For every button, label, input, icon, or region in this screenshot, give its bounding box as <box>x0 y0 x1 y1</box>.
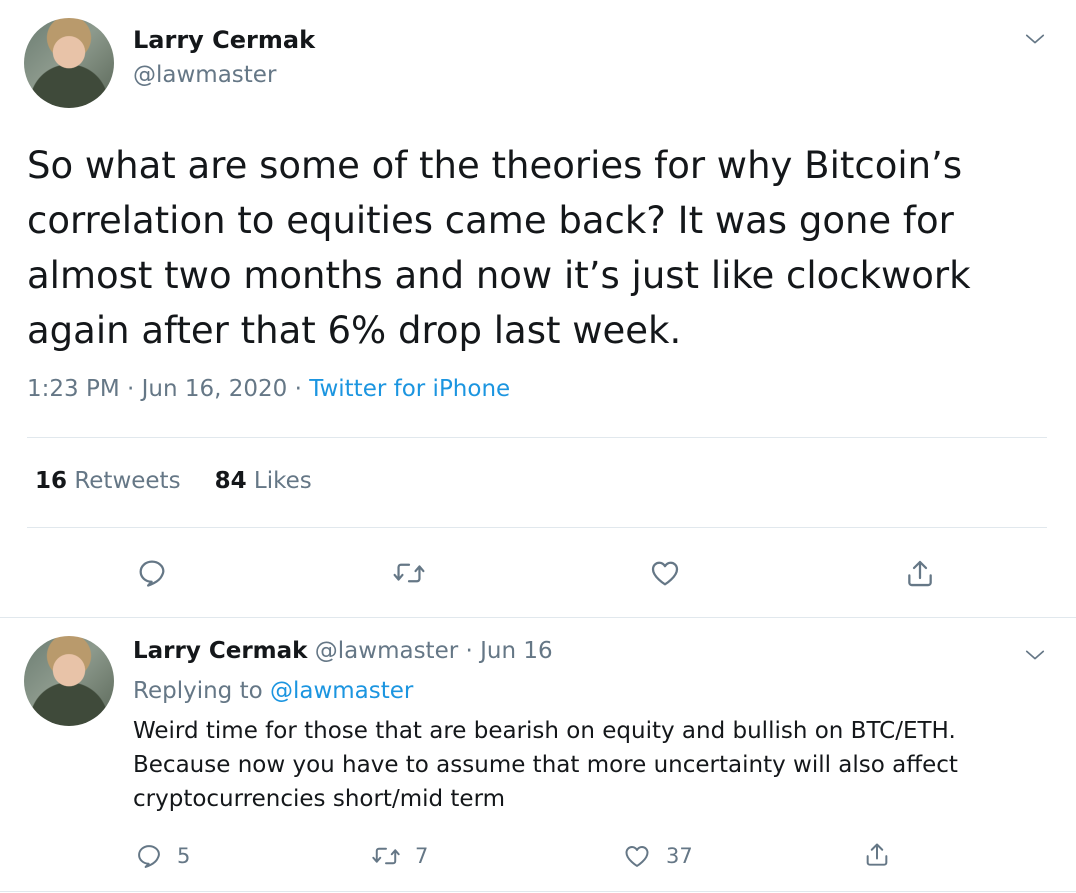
reply-text: Weird time for those that are bearish on… <box>133 718 958 812</box>
heart-icon <box>625 846 649 867</box>
likes-stat[interactable]: 84 Likes <box>215 468 312 494</box>
reply-count: 5 <box>177 844 191 868</box>
reply-button[interactable]: 5 <box>135 842 190 870</box>
tweet-timestamp[interactable]: 1:23 PM · Jun 16, 2020 · <box>27 376 309 402</box>
engagement-stats: 16 Retweets 84 Likes <box>35 468 312 494</box>
replying-mention-link[interactable]: @lawmaster <box>270 678 413 704</box>
retweet-count: 7 <box>415 844 429 868</box>
divider <box>0 891 1076 892</box>
reply-icon <box>138 845 160 868</box>
retweet-button[interactable] <box>392 557 426 589</box>
share-button[interactable] <box>904 557 936 591</box>
retweet-icon <box>393 563 425 583</box>
share-button[interactable] <box>863 840 891 870</box>
retweets-label: Retweets <box>74 468 181 494</box>
likes-label: Likes <box>253 468 312 494</box>
likes-count: 84 <box>214 468 247 494</box>
retweets-stat[interactable]: 16 Retweets <box>35 468 181 494</box>
retweets-count: 16 <box>35 468 68 494</box>
divider <box>27 437 1047 438</box>
replying-to: Replying to @lawmaster <box>133 678 413 704</box>
reply-tweet[interactable]: Larry Cermak @lawmaster · Jun 16 Replyin… <box>0 618 1076 893</box>
share-icon <box>908 560 932 587</box>
like-button[interactable] <box>648 557 682 589</box>
tweet-source-link[interactable]: Twitter for iPhone <box>309 376 510 402</box>
divider <box>27 527 1047 528</box>
reply-author-name[interactable]: Larry Cermak <box>133 638 307 664</box>
reply-author-handle-date[interactable]: @lawmaster · Jun 16 <box>307 638 553 664</box>
retweet-icon <box>372 847 400 865</box>
like-count: 37 <box>666 844 693 868</box>
avatar[interactable] <box>24 18 114 108</box>
replying-prefix: Replying to <box>133 678 270 704</box>
author-handle[interactable]: @lawmaster <box>133 62 276 88</box>
tweet-text: So what are some of the theories for why… <box>27 144 971 352</box>
chevron-down-icon[interactable] <box>1024 28 1046 50</box>
reply-button[interactable] <box>136 557 168 589</box>
chevron-down-icon[interactable] <box>1024 644 1046 666</box>
reply-icon <box>139 560 165 587</box>
retweet-button[interactable]: 7 <box>371 842 428 870</box>
share-icon <box>866 843 888 866</box>
like-button[interactable]: 37 <box>622 842 693 870</box>
tweet-meta: 1:23 PM · Jun 16, 2020 · Twitter for iPh… <box>27 376 510 402</box>
author-name[interactable]: Larry Cermak <box>133 26 315 54</box>
heart-icon <box>651 561 679 586</box>
avatar[interactable] <box>24 636 114 726</box>
reply-header: Larry Cermak @lawmaster · Jun 16 <box>133 638 553 664</box>
main-tweet: Larry Cermak @lawmaster So what are some… <box>0 0 1076 617</box>
